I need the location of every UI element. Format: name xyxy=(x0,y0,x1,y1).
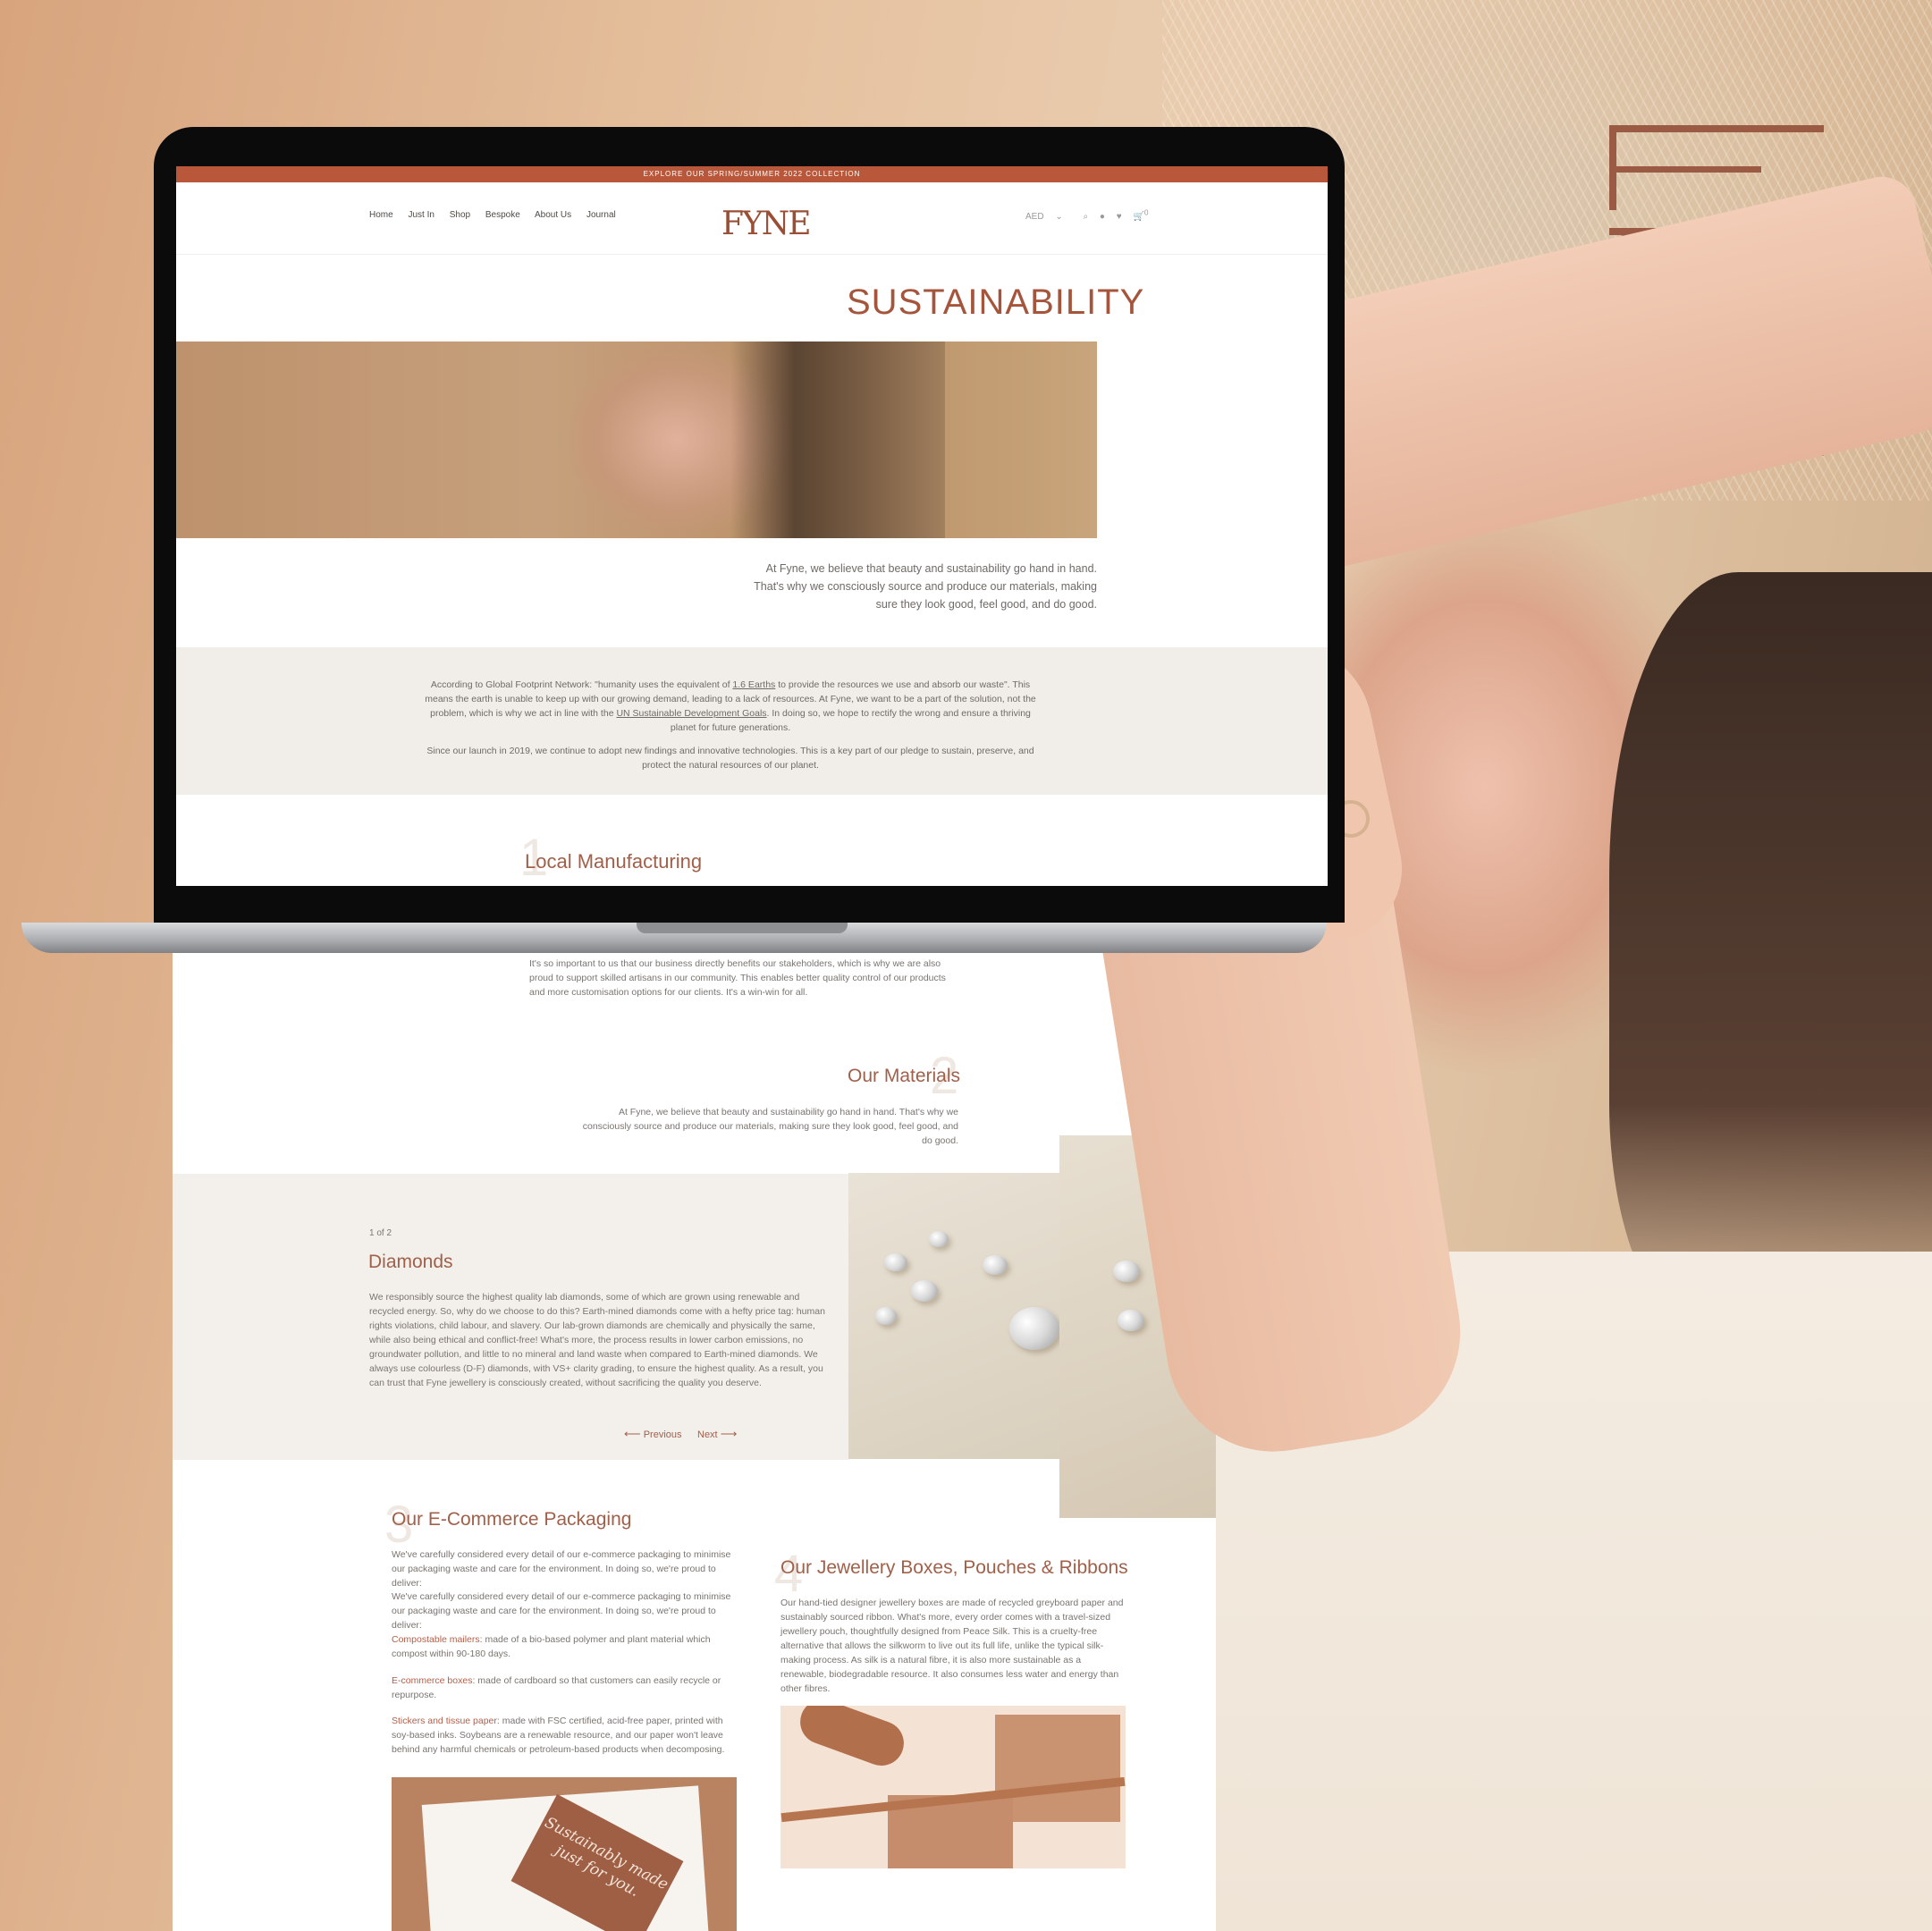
previous-button[interactable]: ⟵ Previous xyxy=(624,1427,682,1442)
nav-home[interactable]: Home xyxy=(369,210,393,220)
search-icon[interactable]: ⌕ xyxy=(1084,212,1089,222)
packaging-item-boxes: E-commerce boxes: made of cardboard so t… xyxy=(392,1675,721,1700)
laptop-notch xyxy=(637,923,848,933)
laptop-screen: EXPLORE OUR SPRING/SUMMER 2022 COLLECTIO… xyxy=(176,166,1328,886)
un-goals-link[interactable]: UN Sustainable Development Goals xyxy=(616,708,766,719)
materials-body: At Fyne, we believe that beauty and sust… xyxy=(582,1107,958,1146)
packaging-title: Our E-Commerce Packaging xyxy=(392,1509,632,1530)
site-logo[interactable]: FYNE xyxy=(721,206,812,242)
wishlist-icon[interactable]: ♥ xyxy=(1117,212,1122,222)
cart-count: 0 xyxy=(1143,208,1149,217)
main-nav: Home Just In Shop Bespoke About Us Journ… xyxy=(369,210,629,220)
announcement-bar[interactable]: EXPLORE OUR SPRING/SUMMER 2022 COLLECTIO… xyxy=(176,166,1328,182)
packaging-item-stickers: Stickers and tissue paper: made with FSC… xyxy=(392,1716,725,1755)
slide-counter: 1 of 2 xyxy=(369,1228,392,1238)
nav-just-in[interactable]: Just In xyxy=(408,210,434,220)
model-hair xyxy=(1609,572,1932,1332)
earths-link[interactable]: 1.6 Earths xyxy=(732,679,775,690)
hero-model-hair xyxy=(730,342,945,538)
slide-body: We responsibly source the highest qualit… xyxy=(369,1292,825,1388)
launch-paragraph: Since our launch in 2019, we continue to… xyxy=(426,746,1034,771)
footprint-text: According to Global Footprint Network: "… xyxy=(418,678,1043,772)
intro-text: At Fyne, we believe that beauty and sust… xyxy=(754,562,1097,611)
account-icon[interactable]: ● xyxy=(1100,212,1105,222)
arrow-right-icon: ⟶ xyxy=(720,1427,738,1440)
currency-select[interactable]: AED ⌄ xyxy=(1025,212,1072,222)
slide-title: Diamonds xyxy=(368,1252,453,1272)
arrow-left-icon: ⟵ xyxy=(624,1427,641,1440)
packaging-intro-1: We've carefully considered every detail … xyxy=(392,1549,731,1589)
packaging-intro-2: We've carefully considered every detail … xyxy=(392,1591,731,1631)
materials-title: Our Materials xyxy=(848,1066,961,1086)
local-body: It's so important to us that our busines… xyxy=(529,958,946,998)
cart-icon[interactable]: 🛒0 xyxy=(1133,208,1148,222)
site-header: Home Just In Shop Bespoke About Us Journ… xyxy=(176,182,1328,255)
hero-image xyxy=(176,342,1097,538)
nav-bespoke[interactable]: Bespoke xyxy=(485,210,520,220)
page-title: SUSTAINABILITY xyxy=(847,282,1145,322)
next-button[interactable]: Next ⟶ xyxy=(697,1427,737,1442)
packaging-image: Sustainably made just for you. xyxy=(392,1777,737,1931)
nav-shop[interactable]: Shop xyxy=(450,210,470,220)
chevron-down-icon: ⌄ xyxy=(1055,212,1063,223)
nav-about-us[interactable]: About Us xyxy=(535,210,571,220)
nav-journal[interactable]: Journal xyxy=(586,210,616,220)
header-utilities: AED ⌄ ⌕ ● ♥ 🛒0 xyxy=(1025,208,1158,222)
packaging-item-mailers: Compostable mailers: made of a bio-based… xyxy=(392,1634,711,1659)
local-title: Local Manufacturing xyxy=(525,850,703,873)
